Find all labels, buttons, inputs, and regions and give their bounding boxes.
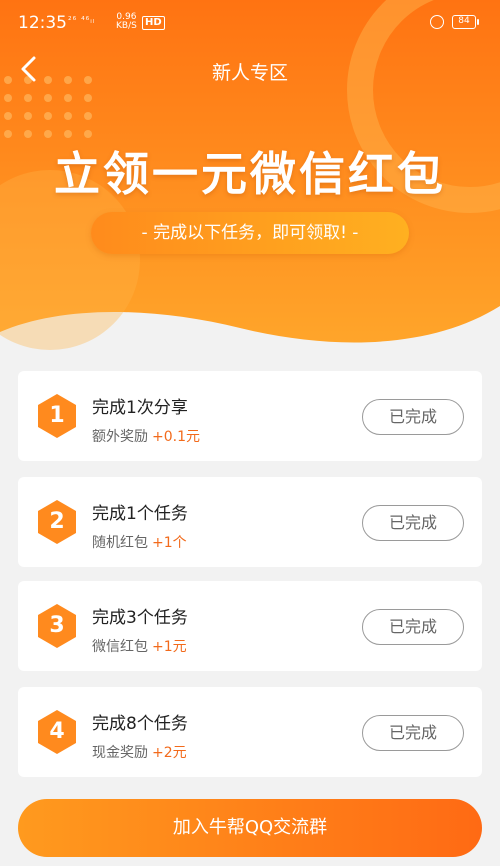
step-hexagon-icon: 1 (36, 393, 78, 439)
task-reward: 随机红包 +1个 (92, 532, 187, 552)
reward-label: 微信红包 (92, 639, 148, 655)
signal-icon: ²⁶ ⁴⁶ᵢₗ (68, 16, 96, 26)
task-card: 3 完成3个任务 微信红包 +1元 已完成 (18, 581, 482, 671)
completed-button[interactable]: 已完成 (362, 715, 464, 751)
reward-amount: +0.1元 (152, 429, 200, 445)
reward-label: 随机红包 (92, 535, 148, 551)
hd-icon: HD (142, 16, 165, 30)
step-number: 3 (49, 613, 65, 638)
task-reward: 额外奖励 +0.1元 (92, 426, 200, 446)
status-bar: 12:35 ²⁶ ⁴⁶ᵢₗ 0.96 KB/S HD 84 (0, 0, 500, 46)
step-hexagon-icon: 2 (36, 499, 78, 545)
status-time: 12:35 (18, 13, 67, 33)
step-number: 1 (49, 403, 65, 428)
task-card: 4 完成8个任务 现金奖励 +2元 已完成 (18, 687, 482, 777)
step-hexagon-icon: 4 (36, 709, 78, 755)
page-title: 新人专区 (211, 62, 288, 84)
task-reward: 现金奖励 +2元 (92, 742, 187, 762)
task-reward: 微信红包 +1元 (92, 636, 187, 656)
battery-icon: 84 (452, 15, 479, 29)
task-card: 2 完成1个任务 随机红包 +1个 已完成 (18, 477, 482, 567)
completed-button[interactable]: 已完成 (362, 399, 464, 435)
join-qq-group-button[interactable]: 加入牛帮QQ交流群 (18, 799, 482, 857)
task-title: 完成3个任务 (92, 608, 188, 628)
step-hexagon-icon: 3 (36, 603, 78, 649)
task-card: 1 完成1次分享 额外奖励 +0.1元 已完成 (18, 371, 482, 461)
step-number: 4 (49, 719, 65, 744)
network-speed: 0.96 KB/S (116, 13, 137, 31)
reward-amount: +2元 (152, 745, 187, 761)
task-list: 1 完成1次分享 额外奖励 +0.1元 已完成 2 完成1个任务 随机红包 +1个 … (18, 371, 482, 793)
completed-button[interactable]: 已完成 (362, 609, 464, 645)
step-number: 2 (49, 509, 65, 534)
hero-title: 立领一元微信红包 (54, 147, 446, 201)
hero-subtitle: - 完成以下任务，即可领取! - (91, 212, 409, 254)
rotation-lock-icon (430, 15, 444, 29)
completed-button[interactable]: 已完成 (362, 505, 464, 541)
task-title: 完成1个任务 (92, 504, 188, 524)
speed-unit: KB/S (116, 21, 137, 31)
reward-amount: +1元 (152, 639, 187, 655)
reward-label: 现金奖励 (92, 745, 148, 761)
reward-label: 额外奖励 (92, 429, 148, 445)
hero-banner: 12:35 ²⁶ ⁴⁶ᵢₗ 0.96 KB/S HD 84 新人专区 立领一元微… (0, 0, 500, 350)
reward-amount: +1个 (152, 535, 187, 551)
task-title: 完成8个任务 (92, 714, 188, 734)
task-title: 完成1次分享 (92, 398, 188, 418)
